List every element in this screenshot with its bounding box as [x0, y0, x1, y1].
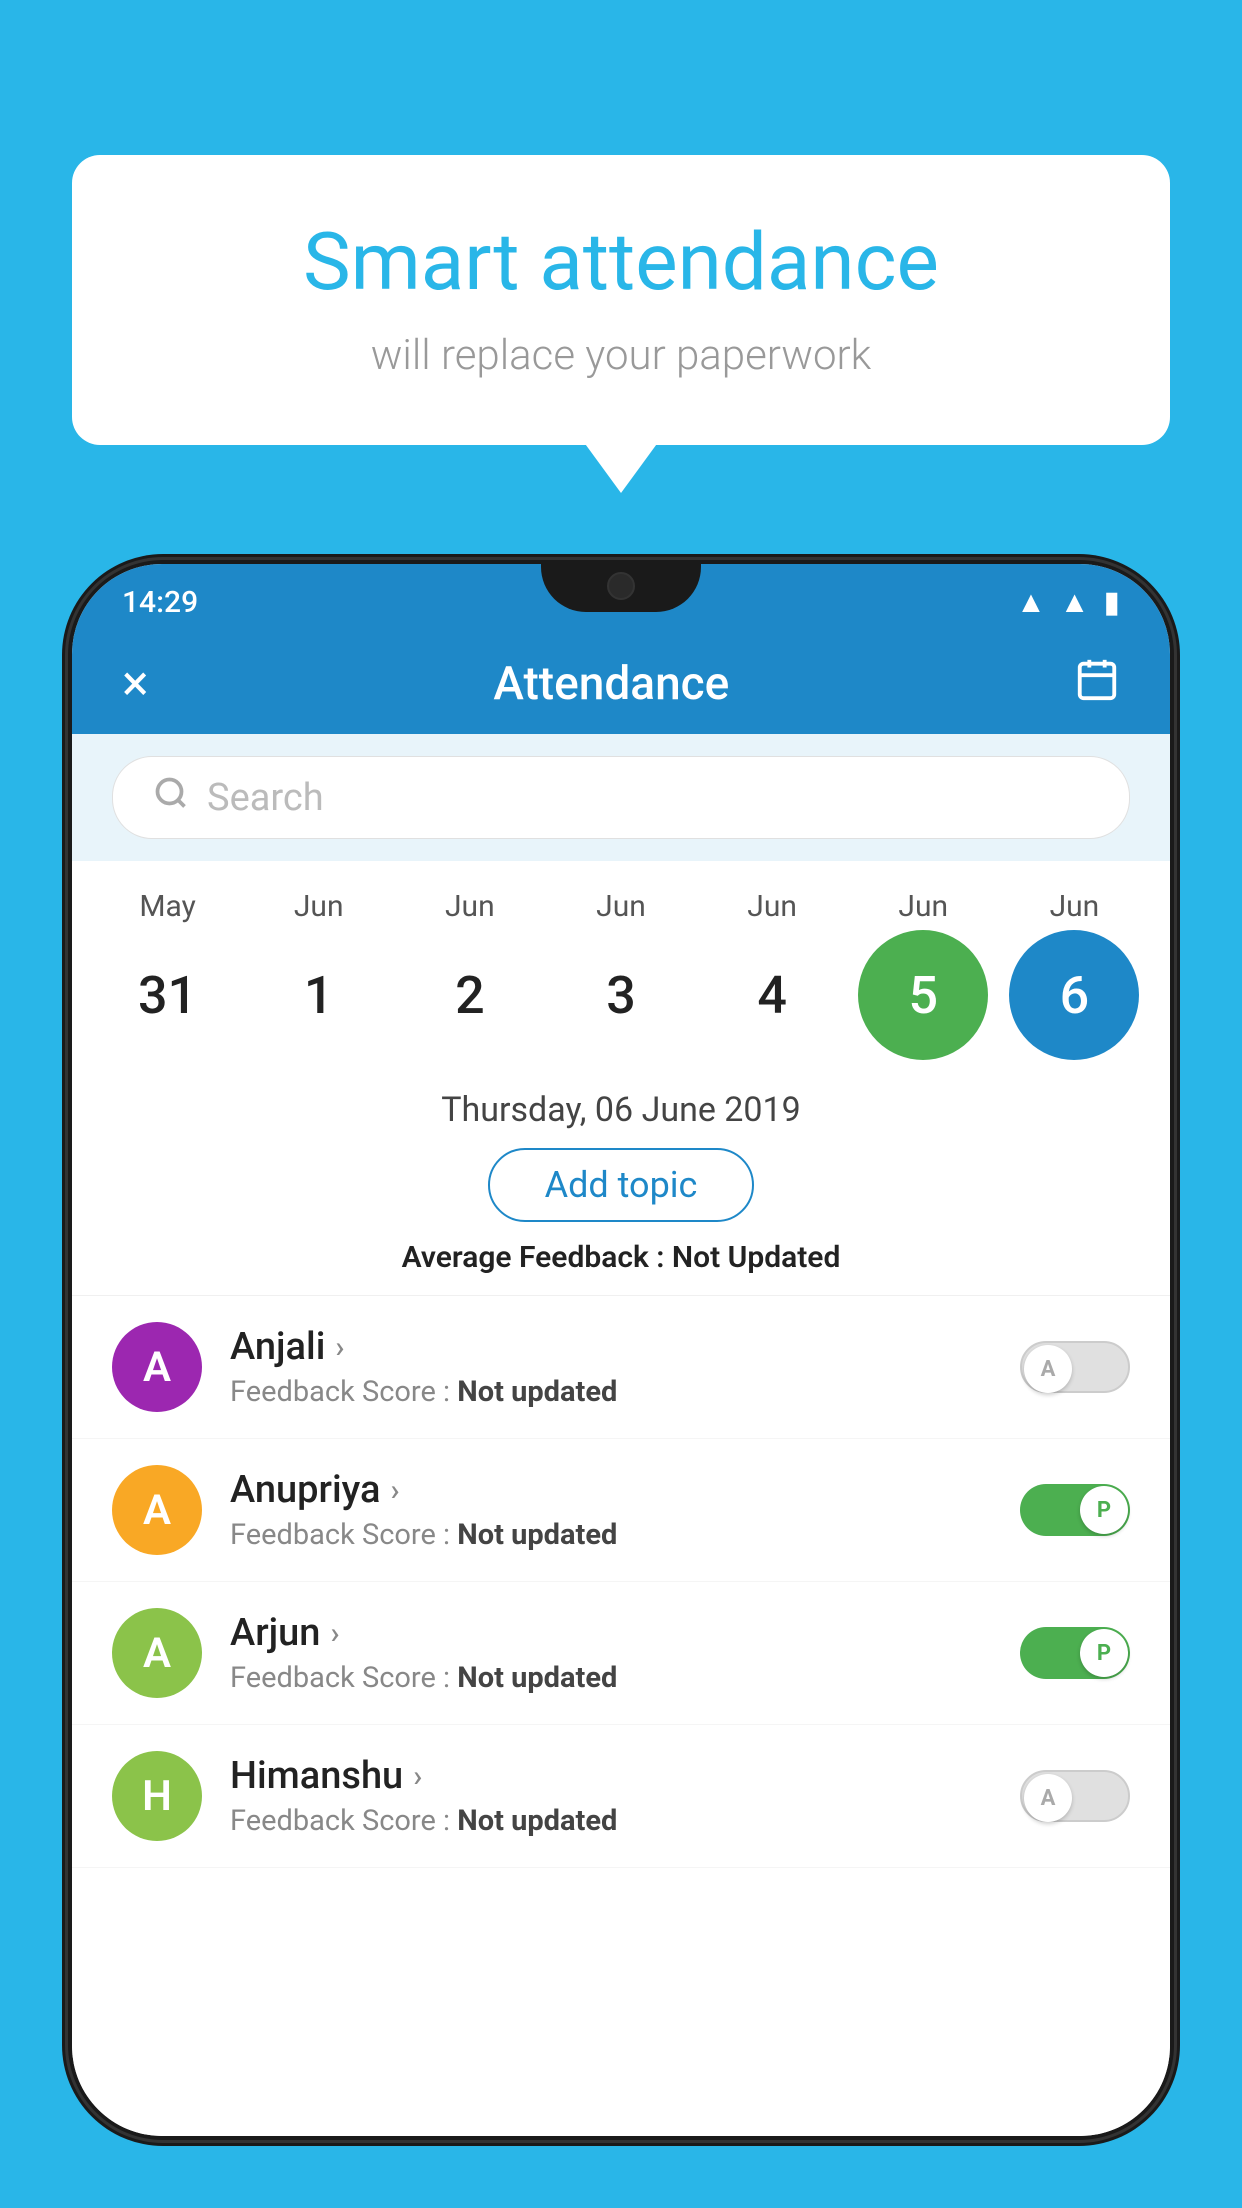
- toggle-knob: A: [1024, 1345, 1072, 1393]
- list-item: A Anupriya › Feedback Score : Not update…: [72, 1439, 1170, 1582]
- phone-wrapper: 14:29 ▲ ▲ ▮ × Attendance: [68, 560, 1174, 2208]
- list-item: A Arjun › Feedback Score : Not updated P: [72, 1582, 1170, 1725]
- feedback-avg-label: Average Feedback :: [402, 1240, 672, 1275]
- bubble-subtitle: will replace your paperwork: [152, 331, 1090, 380]
- student-info: Himanshu › Feedback Score : Not updated: [230, 1754, 992, 1838]
- wifi-icon: ▲: [1016, 585, 1046, 620]
- month-2: Jun: [405, 889, 535, 924]
- chevron-right-icon: ›: [330, 1616, 339, 1651]
- month-3: Jun: [556, 889, 686, 924]
- feedback-avg-value: Not Updated: [672, 1240, 840, 1275]
- phone-screen: 14:29 ▲ ▲ ▮ × Attendance: [72, 564, 1170, 2136]
- calendar-months: May Jun Jun Jun Jun Jun Jun: [92, 889, 1150, 924]
- month-5: Jun: [858, 889, 988, 924]
- average-feedback: Average Feedback : Not Updated: [112, 1240, 1130, 1275]
- date-5-today[interactable]: 5: [858, 930, 988, 1060]
- bubble-title: Smart attendance: [152, 215, 1090, 309]
- speech-bubble: Smart attendance will replace your paper…: [72, 155, 1170, 445]
- toggle-knob: P: [1080, 1629, 1128, 1677]
- close-button[interactable]: ×: [122, 655, 149, 713]
- avatar: A: [112, 1608, 202, 1698]
- selected-date-label: Thursday, 06 June 2019: [112, 1090, 1130, 1130]
- student-name[interactable]: Arjun ›: [230, 1611, 992, 1655]
- calendar-strip: May Jun Jun Jun Jun Jun Jun 31 1 2 3 4 5…: [72, 861, 1170, 1070]
- avatar: A: [112, 1322, 202, 1412]
- add-topic-button[interactable]: Add topic: [488, 1148, 755, 1222]
- student-name[interactable]: Anupriya ›: [230, 1468, 992, 1512]
- phone-camera: [607, 572, 635, 600]
- chevron-right-icon: ›: [335, 1330, 344, 1365]
- student-name[interactable]: Himanshu ›: [230, 1754, 992, 1798]
- month-1: Jun: [254, 889, 384, 924]
- date-info-section: Thursday, 06 June 2019 Add topic Average…: [72, 1070, 1170, 1296]
- chevron-right-icon: ›: [413, 1759, 422, 1794]
- attendance-toggle[interactable]: P: [1020, 1484, 1130, 1536]
- battery-icon: ▮: [1103, 585, 1120, 620]
- toggle-knob: A: [1024, 1774, 1072, 1822]
- attendance-toggle[interactable]: P: [1020, 1627, 1130, 1679]
- list-item: H Himanshu › Feedback Score : Not update…: [72, 1725, 1170, 1868]
- student-info: Arjun › Feedback Score : Not updated: [230, 1611, 992, 1695]
- feedback-score: Feedback Score : Not updated: [230, 1661, 992, 1695]
- attendance-toggle[interactable]: A: [1020, 1770, 1130, 1822]
- list-item: A Anjali › Feedback Score : Not updated …: [72, 1296, 1170, 1439]
- signal-icon: ▲: [1060, 585, 1090, 620]
- feedback-score: Feedback Score : Not updated: [230, 1518, 992, 1552]
- month-4: Jun: [707, 889, 837, 924]
- search-bar[interactable]: Search: [112, 756, 1130, 839]
- search-icon: [153, 775, 189, 820]
- feedback-score: Feedback Score : Not updated: [230, 1804, 992, 1838]
- date-31[interactable]: 31: [103, 930, 233, 1060]
- date-6-selected[interactable]: 6: [1009, 930, 1139, 1060]
- attendance-toggle[interactable]: A: [1020, 1341, 1130, 1393]
- date-4[interactable]: 4: [707, 930, 837, 1060]
- feedback-score: Feedback Score : Not updated: [230, 1375, 992, 1409]
- avatar: H: [112, 1751, 202, 1841]
- phone-notch: [541, 560, 701, 612]
- search-placeholder: Search: [207, 776, 324, 820]
- app-bar: × Attendance: [72, 634, 1170, 734]
- student-info: Anupriya › Feedback Score : Not updated: [230, 1468, 992, 1552]
- calendar-dates: 31 1 2 3 4 5 6: [92, 930, 1150, 1060]
- date-2[interactable]: 2: [405, 930, 535, 1060]
- chevron-right-icon: ›: [390, 1473, 399, 1508]
- toggle-knob: P: [1080, 1486, 1128, 1534]
- status-icons: ▲ ▲ ▮: [1016, 585, 1120, 620]
- student-list: A Anjali › Feedback Score : Not updated …: [72, 1296, 1170, 2136]
- calendar-icon[interactable]: [1074, 656, 1120, 713]
- avatar: A: [112, 1465, 202, 1555]
- status-time: 14:29: [122, 585, 198, 620]
- student-info: Anjali › Feedback Score : Not updated: [230, 1325, 992, 1409]
- search-container: Search: [72, 734, 1170, 861]
- phone-frame: 14:29 ▲ ▲ ▮ × Attendance: [68, 560, 1174, 2140]
- month-6: Jun: [1009, 889, 1139, 924]
- month-0: May: [103, 889, 233, 924]
- speech-bubble-container: Smart attendance will replace your paper…: [72, 155, 1170, 445]
- date-3[interactable]: 3: [556, 930, 686, 1060]
- student-name[interactable]: Anjali ›: [230, 1325, 992, 1369]
- date-1[interactable]: 1: [254, 930, 384, 1060]
- app-bar-title: Attendance: [493, 657, 729, 711]
